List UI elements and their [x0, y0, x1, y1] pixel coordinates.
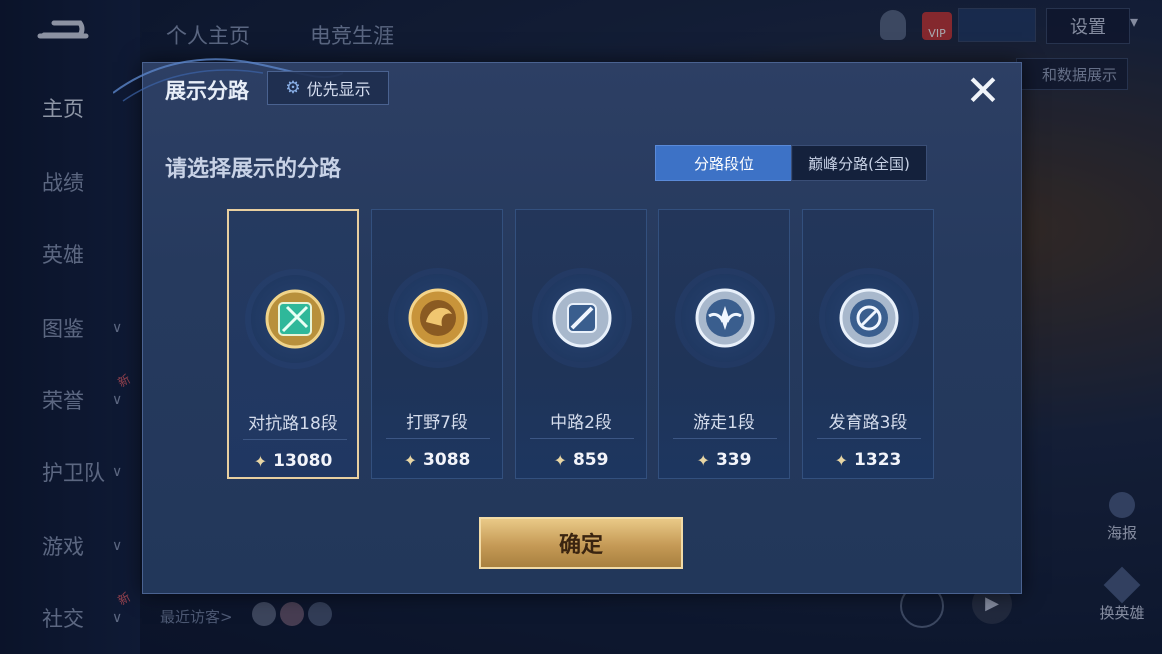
green-shield-medal-icon [265, 289, 325, 349]
lane-card[interactable]: 对抗路18段 ✦ 13080 [227, 209, 359, 479]
divider [243, 439, 347, 440]
tab-lane-rank[interactable]: 分路段位 [655, 145, 793, 181]
lane-list: 对抗路18段 ✦ 13080 打野7段 ✦ 3088 中路2段 ✦ 859 游走1段 ✦ 339 发育路… [227, 209, 937, 483]
close-button[interactable]: ✕ [963, 70, 1003, 112]
lane-score-value: 13080 [273, 451, 333, 471]
gold-dragon-medal-icon [408, 288, 468, 348]
rank-points-icon: ✦ [834, 450, 849, 470]
rank-points-icon: ✦ [253, 451, 268, 471]
lane-card[interactable]: 发育路3段 ✦ 1323 [802, 209, 934, 479]
dialog-subtitle: 请选择展示的分路 [165, 157, 342, 182]
lane-score-value: 339 [715, 450, 752, 470]
silver-circle-medal-icon [839, 288, 899, 348]
lane-score-value: 1323 [854, 450, 902, 470]
rank-points-icon: ✦ [403, 450, 418, 470]
lane-name: 发育路3段 [828, 413, 908, 433]
lane-name: 对抗路18段 [248, 414, 338, 434]
lane-score: ✦ 339 [659, 450, 789, 470]
lane-score: ✦ 13080 [229, 451, 357, 471]
divider [386, 438, 490, 439]
rank-points-icon: ✦ [696, 450, 710, 470]
close-icon: ✕ [965, 66, 1001, 115]
lane-display-dialog: 展示分路 ⚙ 优先显示 ✕ 请选择展示的分路 分路段位 巅峰分路(全国) 对抗路… [113, 58, 1022, 594]
lane-score: ✦ 1323 [803, 450, 933, 470]
priority-display-button[interactable]: ⚙ 优先显示 [267, 71, 389, 105]
divider [530, 438, 634, 439]
silver-wings-medal-icon [695, 288, 755, 348]
lane-score-value: 859 [572, 450, 609, 470]
divider [673, 438, 777, 439]
divider [817, 438, 921, 439]
confirm-button[interactable]: 确定 [479, 517, 683, 569]
silver-slash-medal-icon [552, 288, 612, 348]
lane-score: ✦ 859 [516, 450, 646, 470]
lane-name: 游走1段 [693, 413, 755, 433]
priority-label: 优先显示 [306, 80, 371, 99]
lane-card[interactable]: 游走1段 ✦ 339 [658, 209, 790, 479]
lane-card[interactable]: 中路2段 ✦ 859 [515, 209, 647, 479]
gear-icon: ⚙ [285, 78, 301, 98]
lane-name: 中路2段 [550, 413, 612, 433]
dialog-title: 展示分路 [165, 79, 249, 103]
lane-name: 打野7段 [406, 413, 468, 433]
lane-score: ✦ 3088 [372, 450, 502, 470]
tab-peak-lane-national[interactable]: 巅峰分路(全国) [791, 145, 927, 181]
rank-points-icon: ✦ [553, 450, 567, 470]
lane-score-value: 3088 [423, 450, 471, 470]
lane-card[interactable]: 打野7段 ✦ 3088 [371, 209, 503, 479]
